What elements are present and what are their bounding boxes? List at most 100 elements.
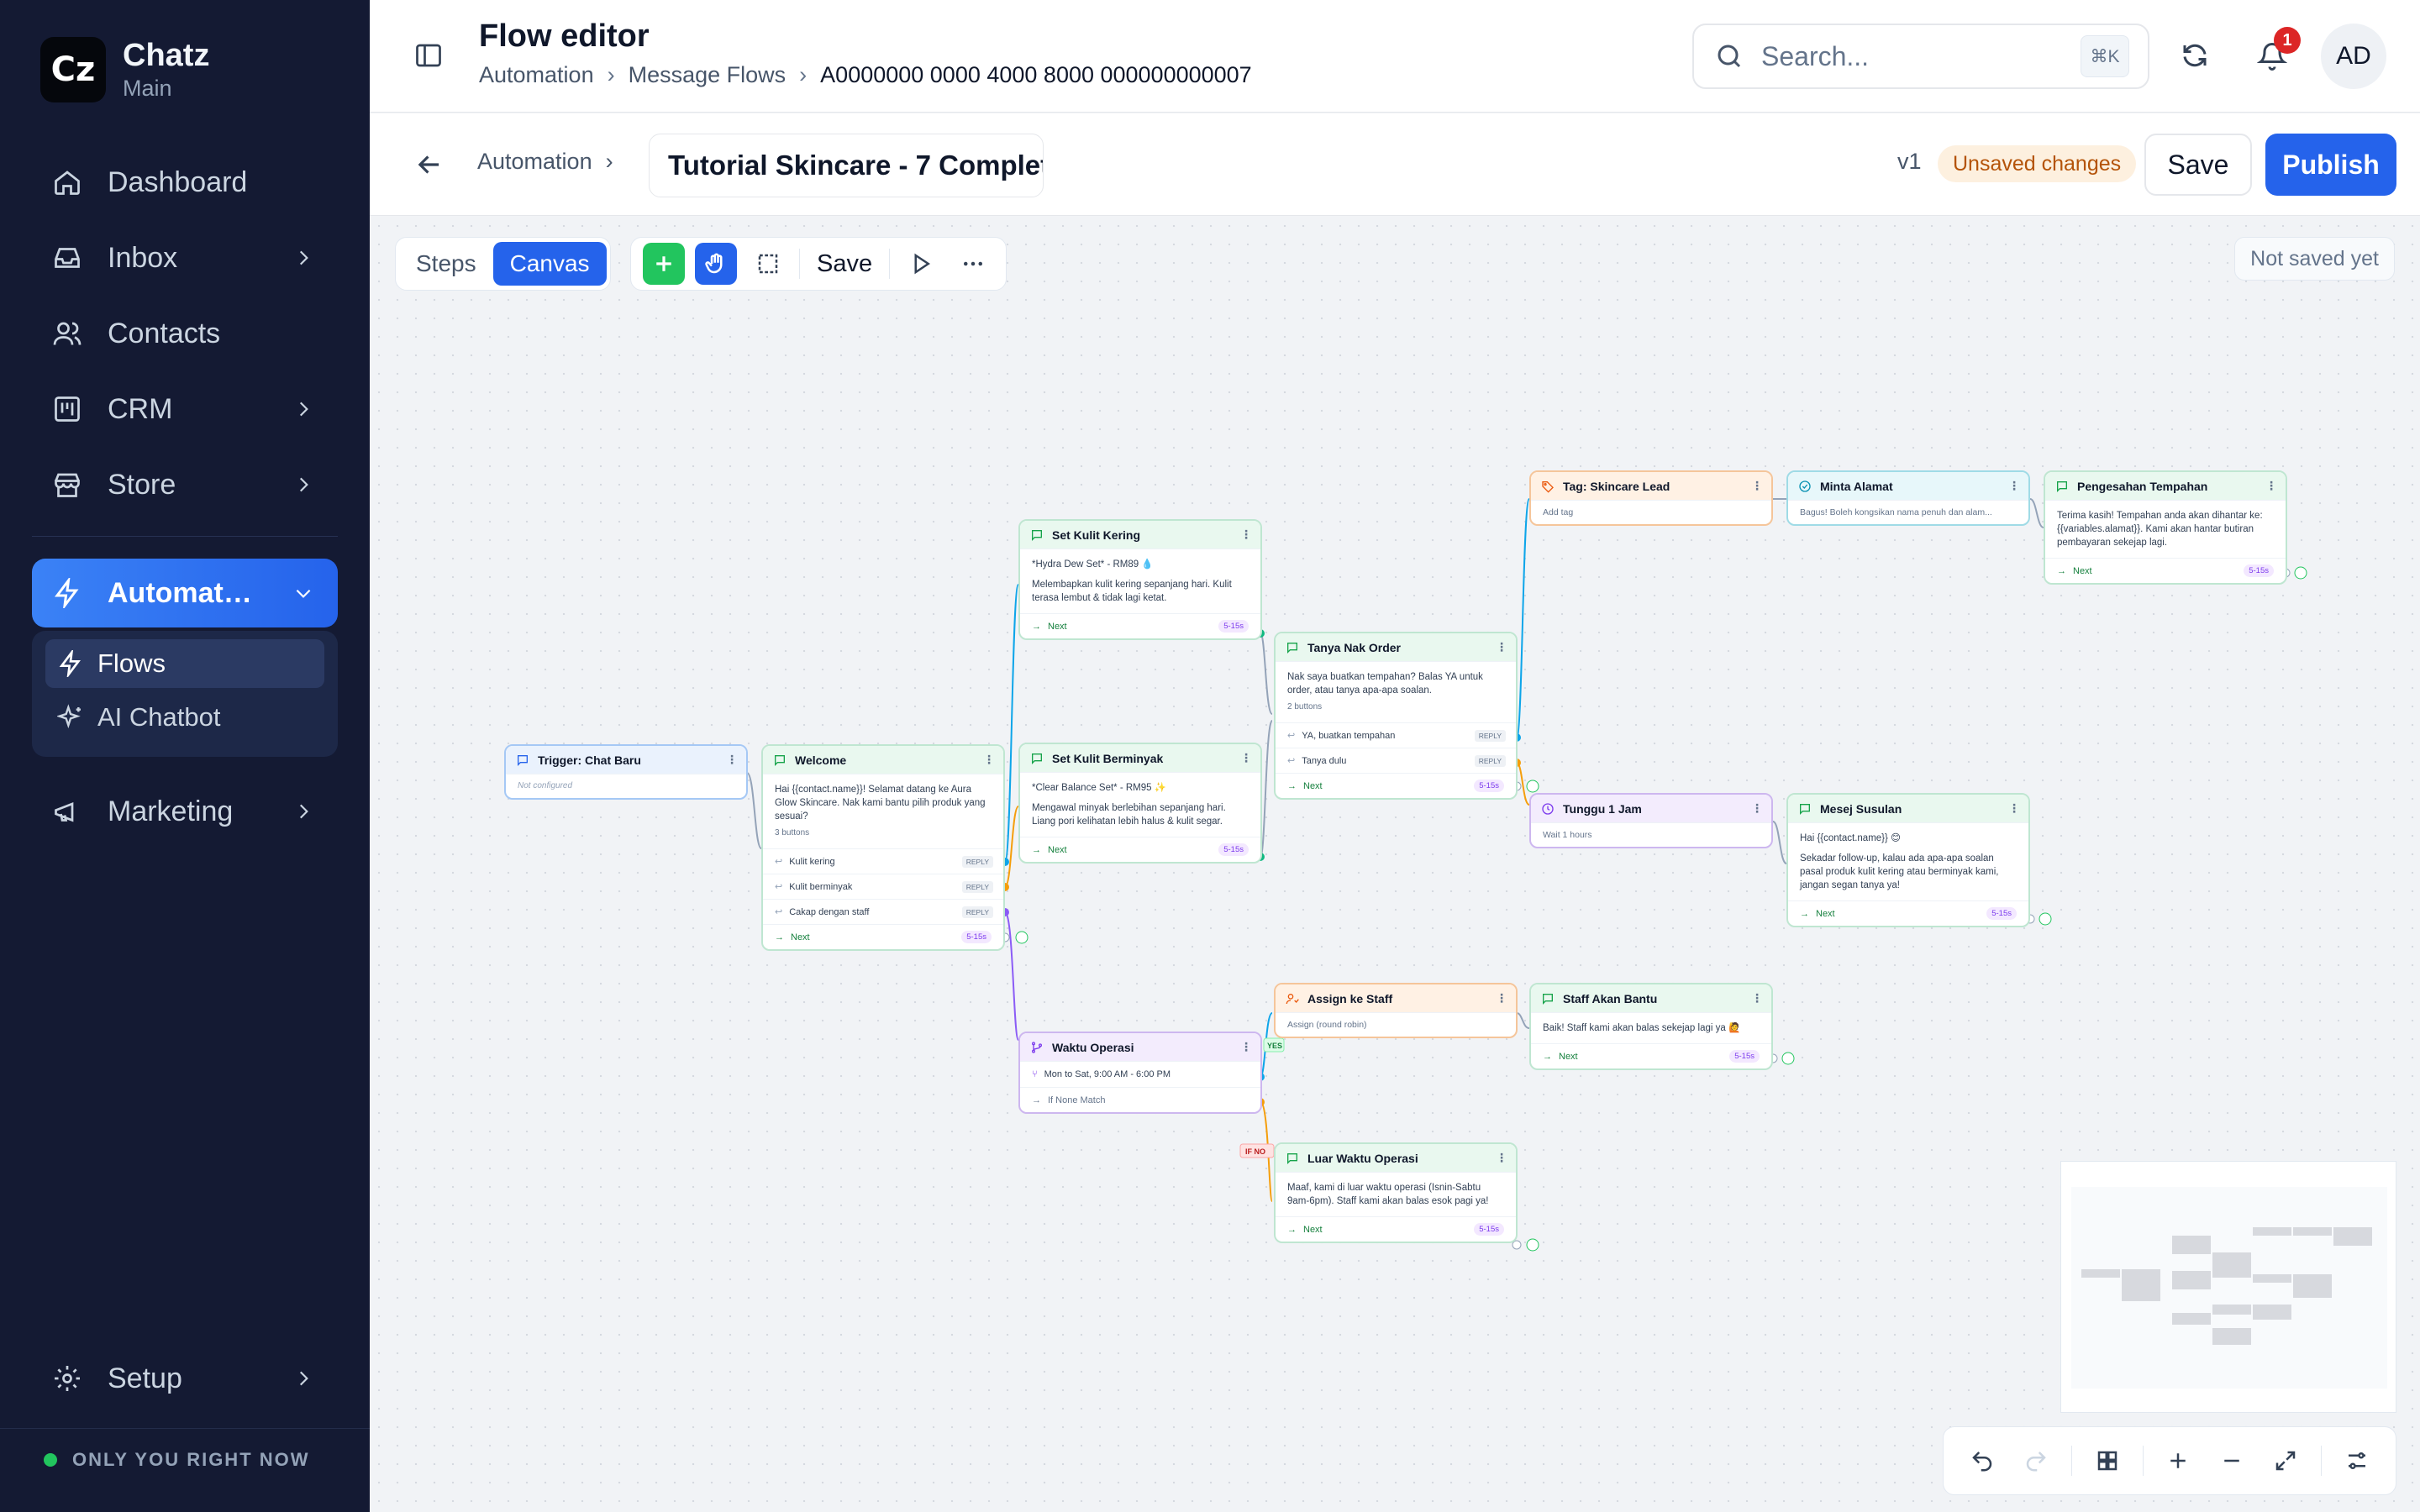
sidebar-subitem-ai-chatbot[interactable]: AI Chatbot xyxy=(45,693,324,742)
users-icon xyxy=(53,322,82,345)
node-menu-icon[interactable]: ⋮ xyxy=(1240,528,1252,542)
plus-icon xyxy=(2170,1453,2186,1468)
redo-button[interactable] xyxy=(2018,1442,2054,1479)
publish-button[interactable]: Publish xyxy=(2265,134,2396,196)
node-menu-icon[interactable]: ⋮ xyxy=(1496,991,1507,1005)
notification-count-badge: 1 xyxy=(2274,27,2301,54)
node-menu-icon[interactable]: ⋮ xyxy=(1240,1040,1252,1054)
pan-tool-button[interactable] xyxy=(695,243,737,285)
sidebar-item-store[interactable]: Store xyxy=(32,450,338,519)
node-menu-icon[interactable]: ⋮ xyxy=(2008,479,2020,493)
breadcrumb-message-flows[interactable]: Message Flows xyxy=(629,62,786,88)
node-next-label: Next xyxy=(2073,565,2092,576)
flow-node-luar-waktu-operasi[interactable]: Luar Waktu Operasi ⋮ Maaf, kami di luar w… xyxy=(1274,1142,1518,1243)
node-menu-icon[interactable]: ⋮ xyxy=(983,753,995,767)
flow-node-tag-skincare-lead[interactable]: Tag: Skincare Lead ⋮ Add tag xyxy=(1529,470,1773,526)
reply-button-row[interactable]: ↩ Tanya dulu REPLY xyxy=(1276,748,1516,773)
flow-node-staff-akan-bantu[interactable]: Staff Akan Bantu ⋮ Baik! Staff kami akan … xyxy=(1529,983,1773,1070)
search-input[interactable]: Search... ⌘K xyxy=(1692,24,2149,89)
editor-breadcrumb-label: Automation xyxy=(477,149,592,174)
node-menu-icon[interactable]: ⋮ xyxy=(1496,1151,1507,1165)
avatar[interactable]: AD xyxy=(2321,24,2386,89)
sidebar-item-marketing[interactable]: Marketing xyxy=(32,777,338,846)
breadcrumb-automation[interactable]: Automation xyxy=(479,62,594,88)
auto-layout-button[interactable] xyxy=(2089,1442,2126,1479)
node-body: Bagus! Boleh kongsikan nama penuh dan al… xyxy=(1800,507,1992,517)
flow-node-tanya-nak-order[interactable]: Tanya Nak Order ⋮ Nak saya buatkan tempah… xyxy=(1274,632,1518,800)
editor-breadcrumb[interactable]: Automation › xyxy=(477,149,613,175)
reply-button-label: Tanya dulu xyxy=(1302,755,1347,766)
flow-node-tunggu-1-jam[interactable]: Tunggu 1 Jam ⋮ Wait 1 hours xyxy=(1529,793,1773,848)
canvas-settings-button[interactable] xyxy=(2338,1442,2375,1479)
refresh-button[interactable] xyxy=(2170,30,2220,81)
reply-icon: ↩ xyxy=(775,882,783,892)
flow-node-welcome[interactable]: Welcome ⋮ Hai {{contact.name}}! Selamat d… xyxy=(761,744,1005,951)
flow-node-pengesahan-tempahan[interactable]: Pengesahan Tempahan ⋮ Terima kasih! Tempa… xyxy=(2044,470,2287,585)
minimap[interactable] xyxy=(2060,1161,2396,1413)
flow-node-minta-alamat[interactable]: Minta Alamat ⋮ Bagus! Boleh kongsikan nam… xyxy=(1786,470,2030,526)
notifications-button[interactable]: 1 xyxy=(2247,27,2301,81)
node-meta: 3 buttons xyxy=(775,828,810,837)
flow-node-set-kulit-berminyak[interactable]: Set Kulit Berminyak ⋮ *Clear Balance Set*… xyxy=(1018,743,1262,864)
node-menu-icon[interactable]: ⋮ xyxy=(1751,801,1763,816)
controls-divider xyxy=(2321,1446,2323,1476)
more-options-button[interactable] xyxy=(952,243,994,285)
node-menu-icon[interactable]: ⋮ xyxy=(2265,479,2277,493)
node-menu-icon[interactable]: ⋮ xyxy=(1751,479,1763,493)
flow-node-waktu-operasi[interactable]: Waktu Operasi ⋮ ⑂ Mon to Sat, 9:00 AM - 6:… xyxy=(1018,1032,1262,1114)
node-title: Set Kulit Kering xyxy=(1052,528,1141,542)
node-menu-icon[interactable]: ⋮ xyxy=(726,753,738,767)
sidebar-subitem-flows[interactable]: Flows xyxy=(45,639,324,688)
flow-node-trigger[interactable]: Trigger: Chat Baru ⋮ Not configured xyxy=(504,744,748,800)
tab-steps[interactable]: Steps xyxy=(399,242,493,286)
message-icon xyxy=(1800,803,1810,815)
zoom-out-button[interactable] xyxy=(2213,1442,2250,1479)
condition-row[interactable]: ⑂ Mon to Sat, 9:00 AM - 6:00 PM xyxy=(1020,1062,1260,1087)
tab-canvas[interactable]: Canvas xyxy=(492,242,607,286)
node-menu-icon[interactable]: ⋮ xyxy=(2008,801,2020,816)
breadcrumb: Automation › Message Flows › A0000000 00… xyxy=(479,62,1252,88)
undo-button[interactable] xyxy=(1964,1442,2001,1479)
node-menu-icon[interactable]: ⋮ xyxy=(1240,751,1252,765)
zoom-in-button[interactable] xyxy=(2160,1442,2196,1479)
sidebar-item-automation[interactable]: Automat… xyxy=(32,559,338,627)
minimap-node xyxy=(2172,1236,2211,1254)
flow-name-input[interactable]: Tutorial Skincare - 7 Complete flow xyxy=(649,134,1044,197)
back-button[interactable] xyxy=(413,149,445,181)
save-button[interactable]: Save xyxy=(2144,134,2252,196)
sidebar-toggle-button[interactable] xyxy=(413,40,444,71)
flow-canvas[interactable]: YES IF NO Steps Canvas Save Not saved ye… xyxy=(370,217,2420,1512)
flow-node-mesej-susulan[interactable]: Mesej Susulan ⋮ Hai {{contact.name}} 😊 Sek… xyxy=(1786,793,2030,927)
sidebar-item-crm[interactable]: CRM xyxy=(32,375,338,444)
reply-button-row[interactable]: ↩ Kulit berminyak REPLY xyxy=(763,874,1003,899)
sidebar-item-dashboard[interactable]: Dashboard xyxy=(32,148,338,217)
reply-button-row[interactable]: ↩ Cakap dengan staff REPLY xyxy=(763,899,1003,924)
test-run-button[interactable] xyxy=(900,243,942,285)
sidebar-item-inbox[interactable]: Inbox xyxy=(32,223,338,292)
reply-button-row[interactable]: ↩ YA, buatkan tempahan REPLY xyxy=(1276,722,1516,748)
condition-row[interactable]: → If None Match xyxy=(1020,1087,1260,1112)
node-next-row: → Next 5-15s xyxy=(1276,1216,1516,1242)
node-menu-icon[interactable]: ⋮ xyxy=(1751,991,1763,1005)
node-title: Tag: Skincare Lead xyxy=(1563,479,1670,493)
reply-button-row[interactable]: ↩ Kulit kering REPLY xyxy=(763,848,1003,874)
view-mode-toggle: Steps Canvas xyxy=(395,237,611,291)
minimap-node xyxy=(2172,1313,2211,1325)
select-tool-button[interactable] xyxy=(747,243,789,285)
flow-node-set-kulit-kering[interactable]: Set Kulit Kering ⋮ *Hydra Dew Set* - RM89… xyxy=(1018,519,1262,640)
node-menu-icon[interactable]: ⋮ xyxy=(1496,640,1507,654)
minimap-node xyxy=(2172,1271,2211,1289)
flow-node-assign-ke-staff[interactable]: Assign ke Staff ⋮ Assign (round robin) xyxy=(1274,983,1518,1038)
minimap-node xyxy=(2081,1269,2120,1278)
sidebar-item-setup[interactable]: Setup xyxy=(32,1344,338,1413)
save-status: Not saved yet xyxy=(2234,237,2395,281)
toolbar-divider xyxy=(889,249,891,279)
automation-subnav: Flows AI Chatbot xyxy=(32,631,338,757)
chevron-right-icon xyxy=(299,402,308,417)
toolbar-save-button[interactable]: Save xyxy=(805,250,884,278)
brand[interactable]: Cz Chatz Main xyxy=(40,37,209,102)
sidebar-item-contacts[interactable]: Contacts xyxy=(32,299,338,368)
add-node-button[interactable] xyxy=(643,243,685,285)
fit-view-button[interactable] xyxy=(2267,1442,2304,1479)
store-icon xyxy=(55,473,80,497)
